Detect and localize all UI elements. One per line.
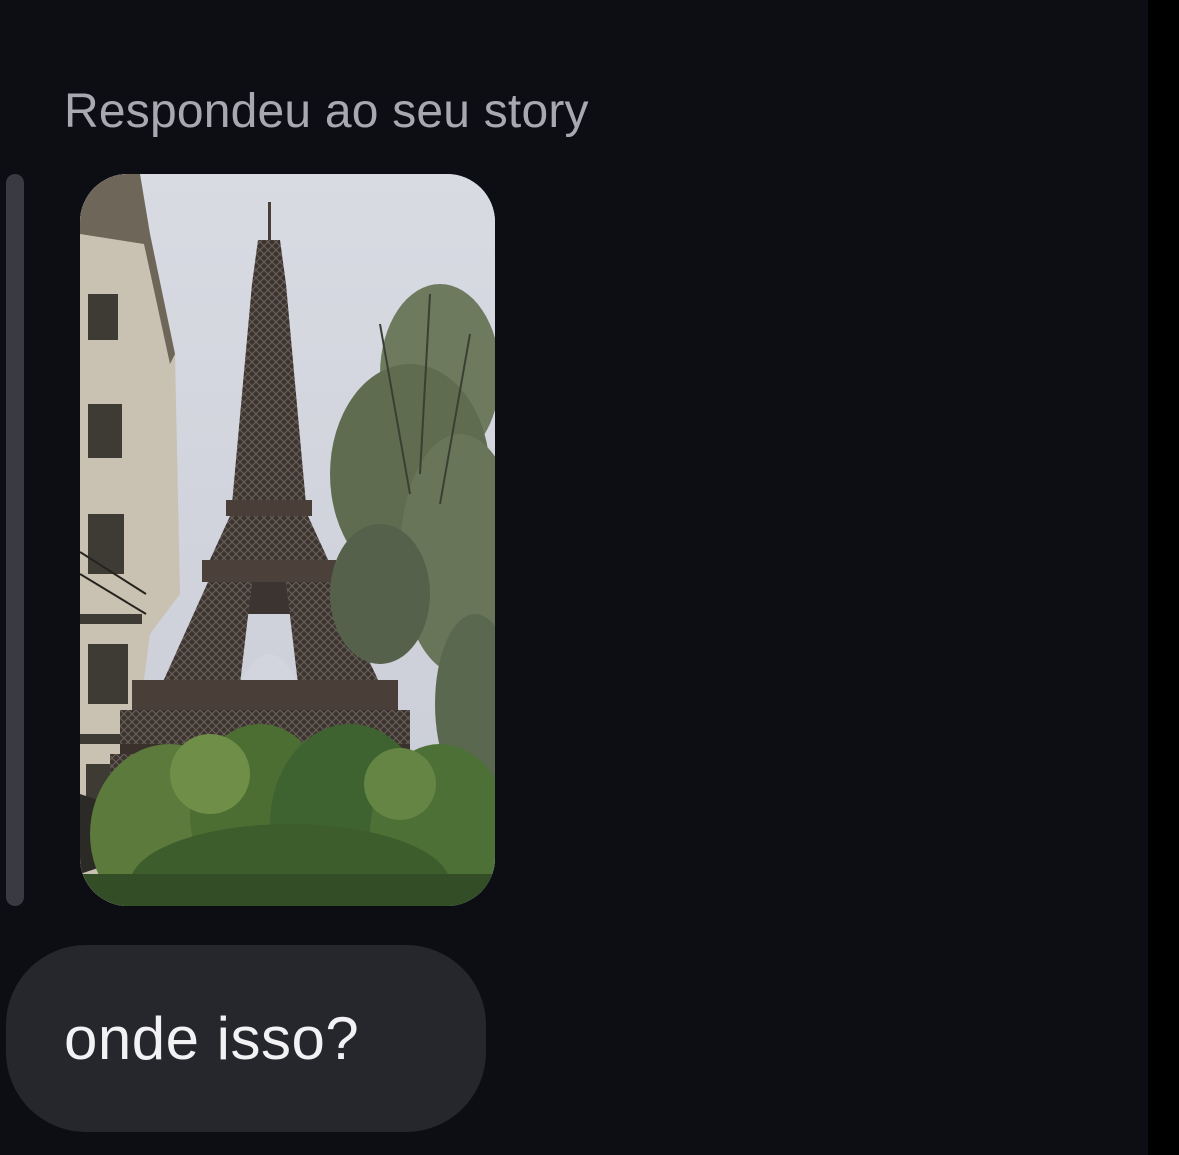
chat-screen: Respondeu ao seu story onde isso? (0, 0, 1179, 1155)
eiffel-tower-photo (80, 174, 495, 906)
story-reply-label: Respondeu ao seu story (64, 85, 589, 138)
screen-edge (1148, 0, 1179, 1155)
message-text: onde isso? (64, 1005, 360, 1072)
story-preview-thumbnail[interactable] (80, 174, 495, 906)
reply-quote-bar (6, 174, 24, 906)
message-bubble[interactable]: onde isso? (6, 945, 486, 1132)
foreground-trees (80, 724, 495, 906)
